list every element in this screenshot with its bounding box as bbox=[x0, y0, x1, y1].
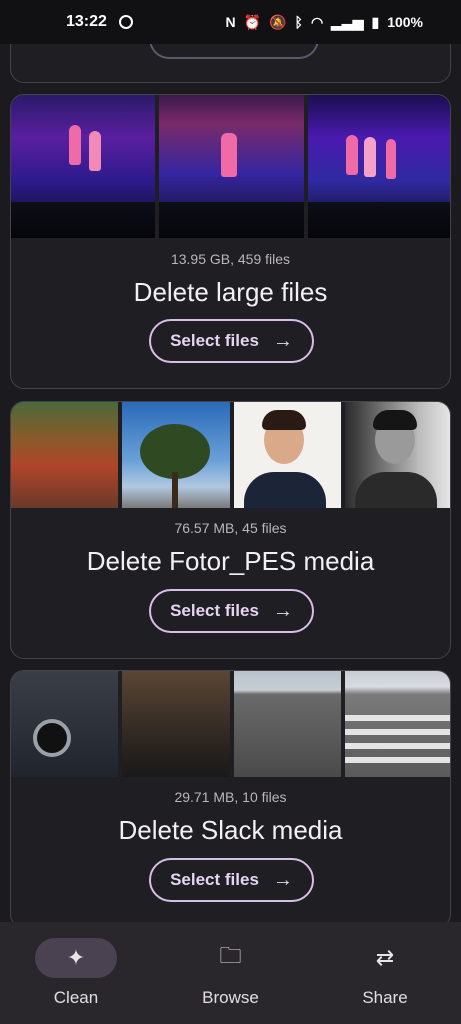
card-meta: 13.95 GB, 459 files bbox=[170, 251, 291, 267]
thumbnail-image bbox=[344, 671, 450, 777]
button-label: Select files bbox=[170, 870, 259, 889]
thumbnail-image bbox=[233, 671, 341, 777]
bottom-navigation: ✦ Clean 🗀 Browse ⇄ Share bbox=[0, 922, 461, 1024]
nav-label: Browse bbox=[202, 988, 259, 1007]
card-large-files: 13.95 GB, 459 files Delete large files S… bbox=[10, 94, 451, 389]
thumbnail-image bbox=[122, 671, 230, 777]
mute-icon: 🔕 bbox=[269, 13, 287, 30]
card-meta: 29.71 MB, 10 files bbox=[174, 789, 287, 805]
thumbnail-image bbox=[11, 402, 119, 508]
thumbnail-strip bbox=[11, 95, 450, 238]
alarm-icon: ⏰ bbox=[243, 13, 262, 30]
battery-icon: ▮ bbox=[371, 13, 380, 30]
arrow-right-icon: → bbox=[272, 599, 293, 622]
nav-clean[interactable]: ✦ Clean bbox=[12, 922, 140, 1024]
card-title: Delete large files bbox=[133, 277, 328, 307]
select-files-button[interactable]: Select files → bbox=[149, 858, 314, 902]
wifi-icon: ◠ bbox=[310, 13, 324, 30]
card-slack-media: 29.71 MB, 10 files Delete Slack media Se… bbox=[10, 670, 451, 922]
sparkle-icon: ✦ bbox=[35, 938, 117, 978]
thumbnail-image bbox=[11, 95, 156, 238]
nav-share[interactable]: ⇄ Share bbox=[321, 922, 449, 1024]
button-label: Select files bbox=[170, 601, 259, 620]
arrow-right-icon: → bbox=[272, 329, 293, 352]
swap-arrows-icon: ⇄ bbox=[375, 945, 395, 970]
nav-label: Share bbox=[362, 988, 408, 1007]
bluetooth-icon: ᛒ bbox=[294, 14, 303, 30]
thumbnail-image bbox=[11, 671, 119, 777]
signal-icon: ▂▃▅ bbox=[331, 13, 364, 30]
nav-label: Clean bbox=[53, 988, 99, 1007]
card-title: Delete Slack media bbox=[118, 815, 343, 845]
folder-search-icon: 🗀 bbox=[219, 943, 242, 968]
status-time: 13:22 bbox=[66, 13, 107, 30]
battery-level: 100% bbox=[387, 14, 423, 30]
nav-browse[interactable]: 🗀 Browse bbox=[167, 922, 295, 1024]
select-files-button[interactable]: Select files → bbox=[149, 589, 314, 633]
button-label: Select files bbox=[170, 331, 259, 350]
card-fotor-media: 76.57 MB, 45 files Delete Fotor_PES medi… bbox=[10, 401, 451, 659]
card-meta: 76.57 MB, 45 files bbox=[174, 520, 287, 536]
suggestions-list[interactable]: 13.95 GB, 459 files Delete large files S… bbox=[0, 0, 461, 922]
card-title: Delete Fotor_PES media bbox=[86, 546, 375, 576]
thumbnail-strip bbox=[11, 402, 450, 508]
thumbnail-image bbox=[344, 402, 450, 508]
select-files-button[interactable]: Select files → bbox=[149, 319, 314, 363]
messenger-icon bbox=[118, 15, 133, 29]
thumbnail-strip bbox=[11, 671, 450, 777]
thumbnail-image bbox=[307, 95, 450, 238]
thumbnail-image bbox=[233, 402, 341, 508]
nfc-icon: N bbox=[225, 14, 236, 30]
arrow-right-icon: → bbox=[272, 868, 293, 891]
thumbnail-image bbox=[159, 95, 304, 238]
thumbnail-image bbox=[122, 402, 230, 508]
status-bar: 13:22 N ⏰ 🔕 ᛒ ◠ ▂▃▅ ▮ 100% bbox=[0, 0, 461, 44]
